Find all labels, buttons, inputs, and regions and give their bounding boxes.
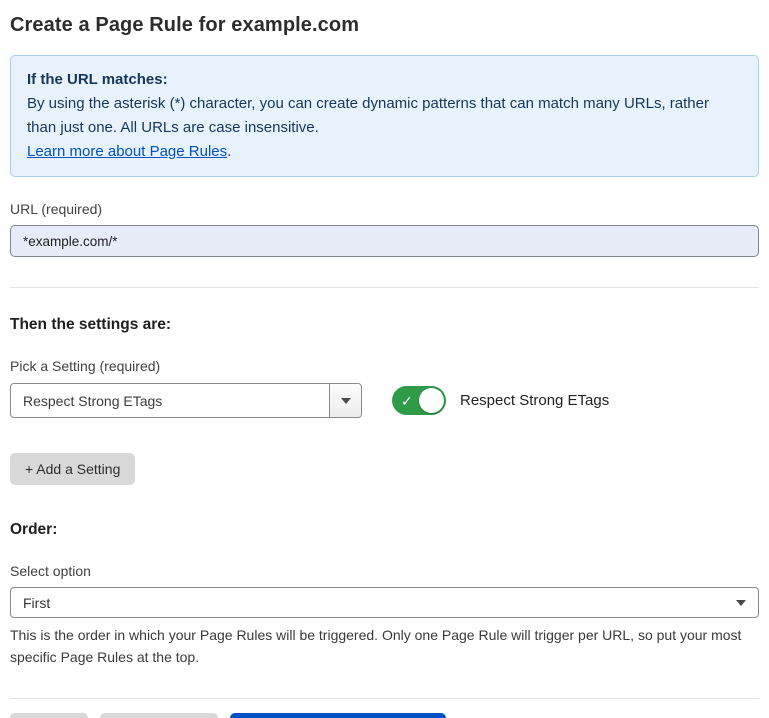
- footer-divider: [10, 698, 759, 699]
- info-link-row: Learn more about Page Rules.: [27, 140, 742, 164]
- order-select[interactable]: First: [10, 587, 759, 618]
- page-title: Create a Page Rule for example.com: [10, 14, 759, 37]
- toggle-wrap: ✓ Respect Strong ETags: [392, 386, 609, 415]
- order-heading: Order:: [10, 521, 759, 539]
- info-box-body: By using the asterisk (*) character, you…: [27, 92, 742, 140]
- etags-toggle[interactable]: ✓: [392, 386, 446, 415]
- toggle-label: Respect Strong ETags: [460, 392, 609, 409]
- footer-actions: Cancel Save as Draft Save and Deploy Pag…: [10, 713, 759, 718]
- cancel-button[interactable]: Cancel: [10, 713, 88, 718]
- page-rule-form: Create a Page Rule for example.com If th…: [0, 0, 769, 718]
- save-deploy-button[interactable]: Save and Deploy Page Rule: [230, 713, 446, 718]
- chevron-down-icon: [736, 600, 746, 606]
- settings-heading: Then the settings are:: [10, 316, 759, 334]
- order-select-label: Select option: [10, 563, 759, 579]
- order-help-text: This is the order in which your Page Rul…: [10, 625, 758, 668]
- order-select-value: First: [23, 595, 50, 611]
- divider: [10, 287, 759, 288]
- add-setting-button[interactable]: + Add a Setting: [10, 453, 135, 485]
- toggle-knob: [419, 388, 444, 413]
- setting-row: Respect Strong ETags ✓ Respect Strong ET…: [10, 383, 759, 418]
- learn-more-link[interactable]: Learn more about Page Rules: [27, 143, 227, 160]
- setting-select[interactable]: Respect Strong ETags: [10, 383, 362, 418]
- save-draft-button[interactable]: Save as Draft: [100, 713, 219, 718]
- link-period: .: [227, 143, 231, 160]
- info-box: If the URL matches: By using the asteris…: [10, 55, 759, 177]
- pick-setting-label: Pick a Setting (required): [10, 358, 759, 374]
- setting-select-value: Respect Strong ETags: [11, 384, 329, 417]
- info-box-heading: If the URL matches:: [27, 68, 742, 92]
- url-label: URL (required): [10, 201, 759, 217]
- url-input[interactable]: [10, 225, 759, 257]
- setting-select-caret-button[interactable]: [329, 384, 361, 417]
- check-icon: ✓: [401, 394, 413, 408]
- chevron-down-icon: [341, 398, 351, 404]
